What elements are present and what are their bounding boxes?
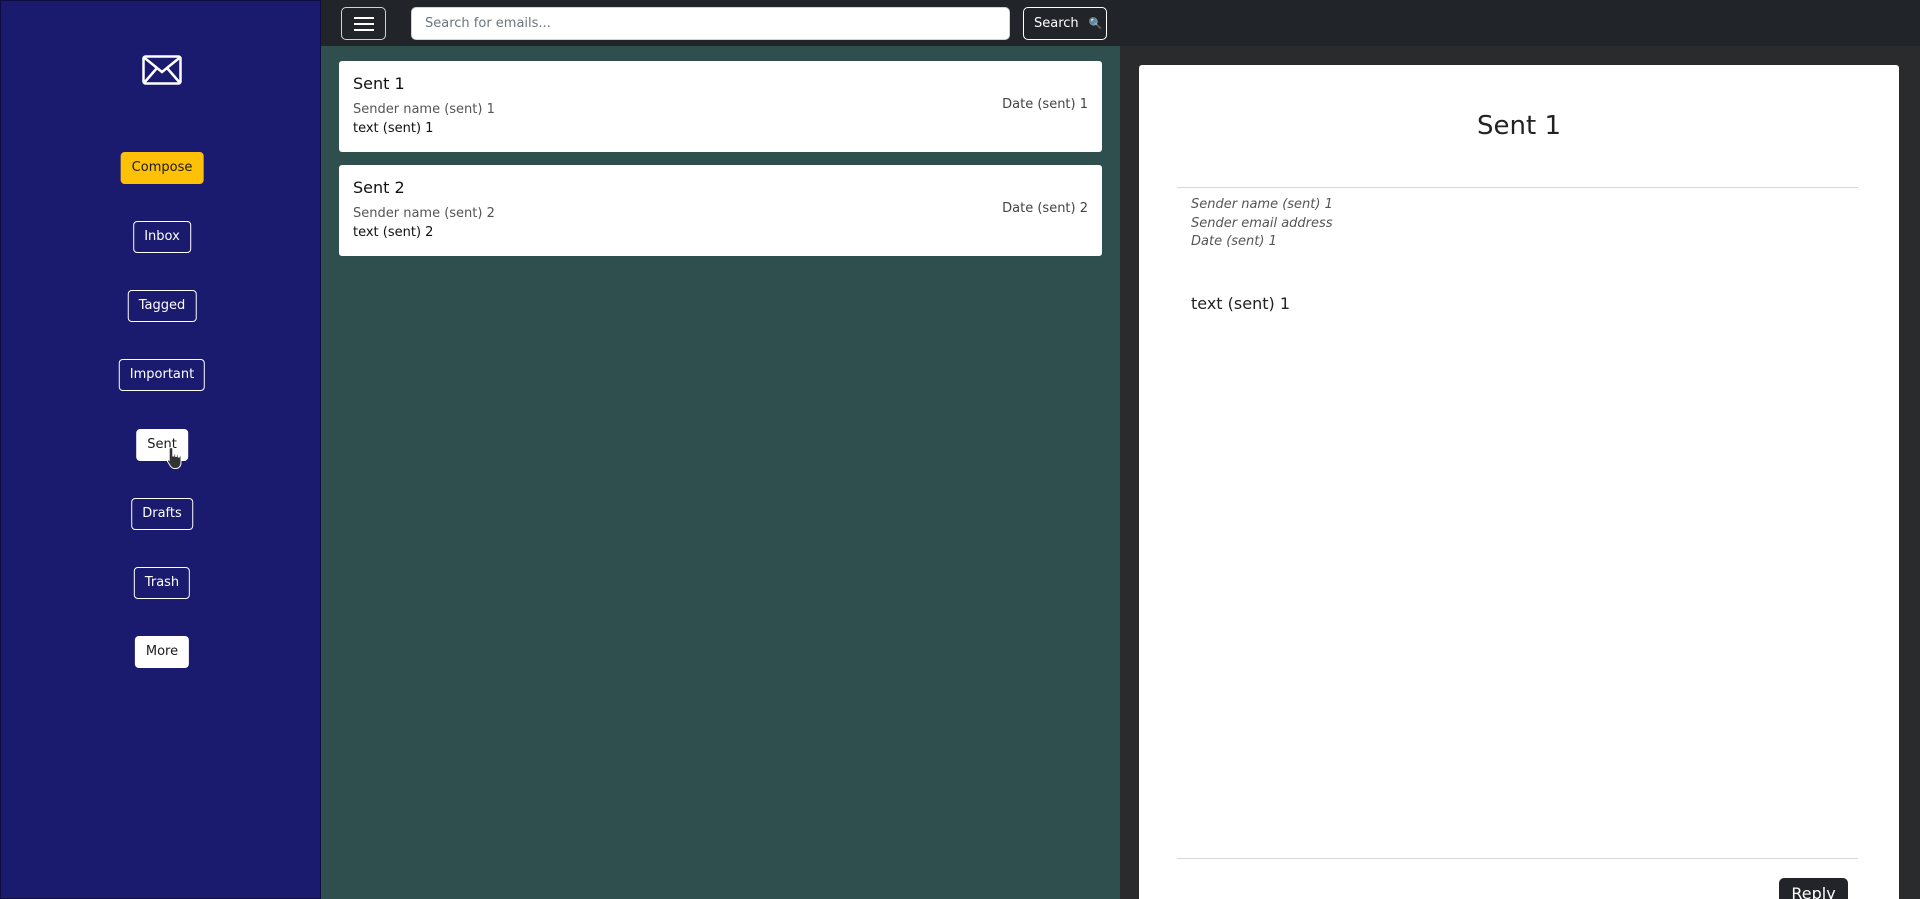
search-icon: 🔍 <box>1088 17 1103 30</box>
page-edge <box>1899 46 1920 899</box>
detail-sender-email: Sender email address <box>1191 216 1333 231</box>
sidebar-item-trash[interactable]: Trash <box>133 567 191 599</box>
email-subject: Sent 1 <box>353 74 405 93</box>
search-button-label: Search <box>1034 16 1079 31</box>
email-preview: text (sent) 2 <box>353 225 434 240</box>
email-preview: text (sent) 1 <box>353 121 434 136</box>
sidebar: Compose Inbox Tagged Important Sent Draf… <box>0 0 321 899</box>
hamburger-icon <box>354 17 374 19</box>
email-detail-title: Sent 1 <box>1477 111 1561 141</box>
email-list-item[interactable]: Sent 1 Sender name (sent) 1 text (sent) … <box>339 61 1102 152</box>
sidebar-item-inbox[interactable]: Inbox <box>133 221 191 253</box>
sidebar-item-drafts[interactable]: Drafts <box>131 498 193 530</box>
email-body: text (sent) 1 <box>1191 294 1291 313</box>
email-sender: Sender name (sent) 1 <box>353 102 495 117</box>
email-date: Date (sent) 2 <box>1002 201 1088 216</box>
more-button[interactable]: More <box>134 636 190 668</box>
search-button[interactable]: Search 🔍 <box>1023 7 1107 40</box>
email-sender: Sender name (sent) 2 <box>353 206 495 221</box>
detail-sender-name: Sender name (sent) 1 <box>1191 197 1333 212</box>
email-subject: Sent 2 <box>353 178 405 197</box>
sidebar-item-important[interactable]: Important <box>118 359 206 391</box>
envelope-icon <box>142 55 182 85</box>
detail-date: Date (sent) 1 <box>1191 234 1277 249</box>
hamburger-menu-button[interactable] <box>341 7 386 40</box>
search-input[interactable] <box>411 7 1010 40</box>
email-detail-pane: Sent 1 Sender name (sent) 1 Sender email… <box>1139 65 1899 899</box>
email-app: Compose Inbox Tagged Important Sent Draf… <box>0 0 1920 899</box>
sidebar-item-tagged[interactable]: Tagged <box>127 290 197 322</box>
reply-button[interactable]: Reply <box>1779 878 1848 899</box>
divider <box>1177 187 1858 188</box>
email-date: Date (sent) 1 <box>1002 97 1088 112</box>
email-list-item[interactable]: Sent 2 Sender name (sent) 2 text (sent) … <box>339 165 1102 256</box>
compose-button[interactable]: Compose <box>120 152 204 184</box>
divider <box>1177 858 1858 859</box>
hand-cursor-icon <box>166 446 182 469</box>
